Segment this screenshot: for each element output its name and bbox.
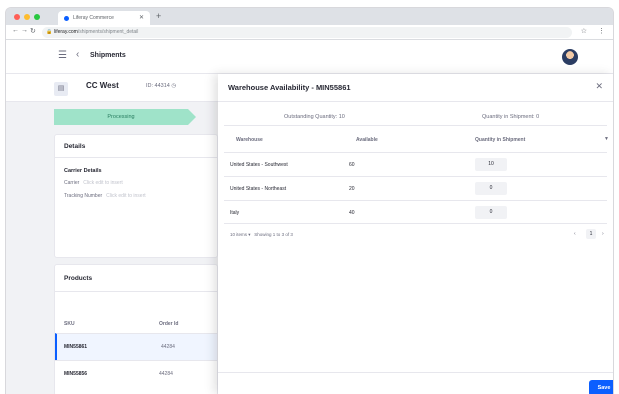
favicon-icon (64, 15, 69, 21)
product-order-id: 44284 (159, 371, 173, 377)
carrier-field[interactable]: Carrier Click edit to insert (64, 180, 123, 186)
breadcrumb: Shipments (90, 52, 126, 59)
shipment-icon: ▤ (54, 82, 68, 96)
details-title: Details (64, 143, 86, 150)
details-card: Details Carrier Details Carrier Click edi… (54, 134, 218, 258)
app-header: ☰ ‹ Shipments (6, 40, 613, 74)
browser-tab-strip: Liferay Commerce ✕ + (6, 8, 613, 25)
hamburger-menu-icon[interactable]: ☰ (58, 50, 67, 61)
bookmark-star-icon[interactable]: ☆ (581, 27, 587, 35)
product-order-id: 44284 (161, 344, 175, 350)
tracking-hint: Click edit to insert (106, 193, 146, 199)
close-window-dot[interactable] (14, 14, 20, 20)
quantity-in-shipment-total: Quantity in Shipment: 0 (482, 114, 540, 120)
url-host: liferay.com (54, 29, 78, 35)
status-step-processing: Processing (54, 109, 196, 125)
products-title: Products (64, 275, 93, 282)
table-row: United States - Northeast 20 0 (224, 176, 607, 200)
url-input[interactable]: 🔒 liferay.com/shipments/shipment_detail (42, 27, 572, 38)
current-page-button[interactable]: 1 (586, 229, 596, 239)
divider (224, 125, 607, 126)
col-header-order-id[interactable]: Order Id (159, 321, 178, 327)
back-chevron-icon[interactable]: ‹ (76, 49, 79, 60)
warehouse-name: United States - Southwest (230, 162, 288, 168)
divider (218, 101, 613, 102)
quantity-input[interactable]: 0 (475, 206, 507, 219)
col-header-available[interactable]: Available (356, 137, 378, 143)
browser-window: Liferay Commerce ✕ + ← → ↻ 🔒 liferay.com… (6, 8, 613, 394)
col-header-quantity-in-shipment[interactable]: Quantity in Shipment (475, 137, 525, 143)
available-quantity: 40 (349, 210, 355, 216)
minimize-window-dot[interactable] (24, 14, 30, 20)
quantity-input[interactable]: 10 (475, 158, 507, 171)
product-row[interactable]: MIN55856 44284 (55, 360, 217, 387)
items-per-page-select[interactable]: 10 items ▾ (230, 232, 251, 237)
address-bar: ← → ↻ 🔒 liferay.com/shipments/shipment_d… (6, 25, 613, 40)
quantity-input[interactable]: 0 (475, 182, 507, 195)
outstanding-quantity: Outstanding Quantity: 10 (284, 114, 345, 120)
panel-title: Warehouse Availability - MIN55861 (228, 83, 351, 92)
url-path: /shipments/shipment_detail (77, 29, 139, 35)
tracking-label: Tracking Number (64, 193, 103, 199)
pagination-info: 10 items ▾ Showing 1 to 3 of 3 (230, 232, 293, 238)
close-icon[interactable]: ✕ (595, 81, 603, 92)
user-avatar[interactable] (562, 49, 578, 65)
maximize-window-dot[interactable] (34, 14, 40, 20)
divider (55, 291, 217, 292)
divider (55, 157, 217, 158)
table-row: United States - Southwest 60 10 (224, 152, 607, 176)
browser-tab-title: Liferay Commerce (73, 15, 114, 21)
caret-down-icon[interactable]: ▼ (604, 136, 609, 142)
product-row[interactable]: MIN55861 44284 (55, 333, 217, 360)
lock-icon: 🔒 (46, 29, 53, 35)
window-controls (14, 14, 40, 20)
shipment-name: CC West (86, 81, 119, 90)
browser-menu-icon[interactable]: ⋮ (598, 27, 605, 35)
tracking-number-field[interactable]: Tracking Number Click edit to insert (64, 193, 146, 199)
table-row: Italy 40 0 (224, 200, 607, 224)
col-header-sku[interactable]: SKU (64, 321, 75, 327)
warehouse-availability-panel: Warehouse Availability - MIN55861 ✕ Outs… (218, 74, 613, 394)
carrier-hint: Click edit to insert (83, 180, 123, 186)
history-clock-icon[interactable]: ◷ (171, 83, 176, 89)
back-arrow-icon[interactable]: ← (12, 27, 19, 34)
col-header-warehouse[interactable]: Warehouse (236, 137, 263, 143)
save-button[interactable]: Save (589, 380, 613, 394)
tab-close-icon[interactable]: ✕ (139, 14, 144, 21)
forward-arrow-icon[interactable]: → (21, 27, 28, 34)
shipment-id: ID: 44314 ◷ (146, 83, 176, 89)
showing-count: Showing 1 to 3 of 3 (254, 232, 293, 237)
product-sku: MIN55861 (64, 344, 88, 350)
warehouse-name: United States - Northeast (230, 186, 287, 192)
divider (218, 372, 613, 373)
shipment-id-label: ID: 44314 (146, 83, 170, 89)
next-page-icon[interactable]: › (602, 231, 604, 237)
prev-page-icon[interactable]: ‹ (574, 231, 576, 237)
products-card: Products SKU Order Id MIN55861 44284 MIN… (54, 264, 218, 394)
items-per-page-value: 10 items (230, 232, 248, 237)
browser-tab[interactable]: Liferay Commerce ✕ (58, 11, 150, 25)
product-sku: MIN55856 (64, 371, 88, 377)
reload-icon[interactable]: ↻ (30, 27, 36, 35)
warehouse-name: Italy (230, 210, 240, 216)
new-tab-icon[interactable]: + (156, 11, 161, 21)
carrier-details-heading: Carrier Details (64, 168, 102, 174)
available-quantity: 20 (349, 186, 355, 192)
available-quantity: 60 (349, 162, 355, 168)
carrier-label: Carrier (64, 180, 80, 186)
